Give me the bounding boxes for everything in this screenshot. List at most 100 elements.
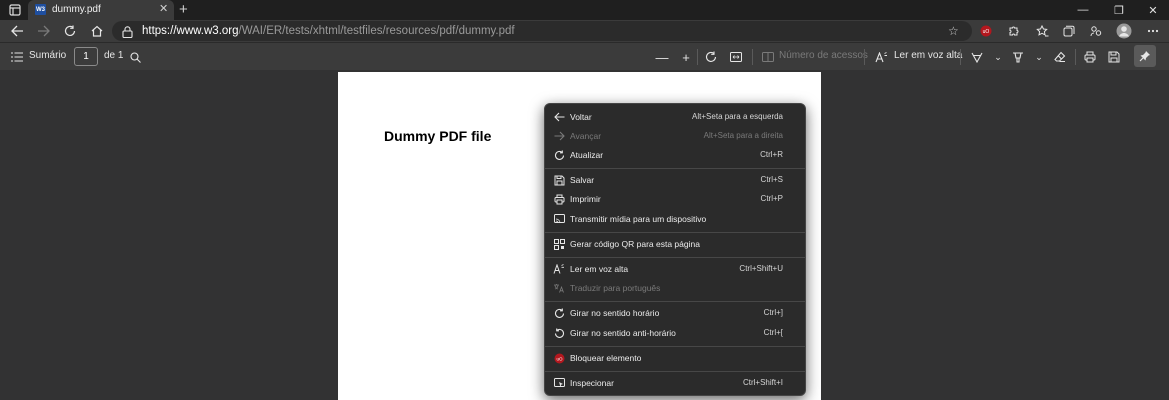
rotate-counterclockwise-icon [553,327,565,339]
pin-toolbar-icon[interactable] [1134,45,1156,67]
lock-icon[interactable] [122,25,134,39]
menu-separator [545,232,805,233]
qr-code-icon [553,238,565,250]
highlight-icon[interactable] [1010,49,1026,65]
tab-dummy-pdf[interactable]: W3 dummy.pdf ✕ [28,0,174,20]
rotate-clockwise-icon [553,307,565,319]
menu-item-save[interactable]: Salvar Ctrl+S [545,171,805,190]
contents-button[interactable]: Sumário [29,50,66,61]
menu-item-refresh[interactable]: Atualizar Ctrl+R [545,146,805,165]
toolbar-divider [752,49,753,65]
close-tab-icon[interactable]: ✕ [159,2,168,15]
page-view-button[interactable]: Número de acessos [779,50,868,61]
favorites-icon[interactable] [1033,22,1051,40]
refresh-icon [553,149,565,161]
fit-page-icon[interactable] [728,49,744,65]
tab-strip: W3 dummy.pdf ✕ + — ❐ ✕ [0,0,1169,20]
page-view-icon[interactable] [760,49,776,65]
menu-item-shortcut: Ctrl+R [760,150,783,159]
eraser-icon[interactable] [1052,49,1068,65]
menu-separator [545,168,805,169]
menu-item-forward[interactable]: Avançar Alt+Seta para a direita [545,127,805,146]
menu-item-label: Girar no sentido anti-horário [570,328,676,338]
chevron-down-icon[interactable]: ⌄ [1031,49,1047,65]
menu-item-shortcut: Ctrl+] [763,308,783,317]
zoom-in-icon[interactable]: + [678,49,694,65]
menu-item-read-aloud[interactable]: Ler em voz alta Ctrl+Shift+U [545,260,805,279]
menu-item-translate[interactable]: Traduzir para português [545,279,805,298]
chevron-down-icon[interactable]: ⌄ [990,49,1006,65]
rotate-icon[interactable] [703,49,719,65]
menu-item-label: Gerar código QR para esta página [570,239,700,249]
menu-item-shortcut: Ctrl+[ [763,328,783,337]
menu-item-label: Transmitir mídia para um dispositivo [570,214,707,224]
menu-item-block-element[interactable]: uO Bloquear elemento [545,349,805,368]
menu-item-shortcut: Alt+Seta para a direita [703,131,783,140]
page-total: de 1 [104,50,124,61]
save-icon[interactable] [1106,49,1122,65]
menu-item-print[interactable]: Imprimir Ctrl+P [545,190,805,209]
menu-item-rotate-counterclockwise[interactable]: Girar no sentido anti-horário Ctrl+[ [545,324,805,343]
menu-item-label: Bloquear elemento [570,353,642,363]
new-tab-icon[interactable]: + [179,0,188,20]
menu-item-label: Imprimir [570,194,601,204]
minimize-icon[interactable]: — [1066,0,1100,20]
draw-icon[interactable] [969,49,985,65]
restore-icon[interactable]: ❐ [1102,0,1136,20]
contents-list-icon[interactable] [9,49,25,65]
menu-item-cast[interactable]: Transmitir mídia para um dispositivo [545,210,805,229]
url-path: /WAI/ER/tests/xhtml/testfiles/resources/… [238,25,515,37]
url-host: https://www.w3.org [142,25,239,37]
svg-text:uO: uO [556,356,563,361]
menu-item-shortcut: Ctrl+P [760,194,783,203]
read-aloud-icon [553,263,565,275]
ublock-icon: uO [553,352,565,364]
inspect-icon [553,377,565,389]
menu-item-label: Voltar [570,112,592,122]
forward-arrow-icon [553,130,565,142]
add-favorite-icon[interactable]: ☆ [948,24,959,38]
read-aloud-button[interactable]: Ler em voz alta [894,50,962,61]
menu-item-back[interactable]: Voltar Alt+Seta para a esquerda [545,108,805,127]
ublock-extension-icon[interactable]: uO [977,22,995,40]
collections-icon[interactable] [1060,22,1078,40]
avatar[interactable] [1115,22,1133,40]
menu-separator [545,301,805,302]
menu-item-label: Inspecionar [570,378,614,388]
menu-item-label: Salvar [570,175,595,185]
menu-item-qr-code[interactable]: Gerar código QR para esta página [545,235,805,254]
menu-item-shortcut: Ctrl+Shift+U [739,264,783,273]
save-icon [553,174,565,186]
menu-item-rotate-clockwise[interactable]: Girar no sentido horário Ctrl+] [545,304,805,323]
menu-item-inspect[interactable]: Inspecionar Ctrl+Shift+I [545,374,805,393]
menu-separator [545,346,805,347]
page-number-input[interactable]: 1 [74,47,98,66]
extensions-icon[interactable] [1004,22,1022,40]
menu-item-label: Ler em voz alta [570,264,629,274]
print-icon [553,193,565,205]
cast-icon [553,213,565,225]
back-icon[interactable] [8,22,26,40]
url-text: https://www.w3.org/WAI/ER/tests/xhtml/te… [142,25,515,37]
pdf-toolbar: Sumário 1 de 1 — + Número de acessos Ler… [0,42,1169,70]
toolbar-divider [697,49,698,65]
toolbar-divider [1075,49,1076,65]
refresh-icon[interactable] [61,22,79,40]
print-icon[interactable] [1082,49,1098,65]
navigation-bar: https://www.w3.org/WAI/ER/tests/xhtml/te… [0,20,1169,42]
read-aloud-icon[interactable] [873,49,889,65]
tab-title: dummy.pdf [52,4,101,15]
forward-icon[interactable] [34,22,52,40]
menu-separator [545,257,805,258]
more-menu-icon[interactable] [1144,22,1162,40]
home-icon[interactable] [88,22,106,40]
search-icon[interactable] [127,49,143,65]
zoom-out-icon[interactable]: — [654,49,670,65]
menu-item-label: Girar no sentido horário [570,308,660,318]
menu-item-label: Traduzir para português [570,283,661,293]
toolbar-divider [960,49,961,65]
profile-sync-icon[interactable] [1087,22,1105,40]
close-window-icon[interactable]: ✕ [1136,0,1169,20]
tab-actions-icon[interactable] [8,3,22,17]
address-bar[interactable]: https://www.w3.org/WAI/ER/tests/xhtml/te… [112,21,972,41]
